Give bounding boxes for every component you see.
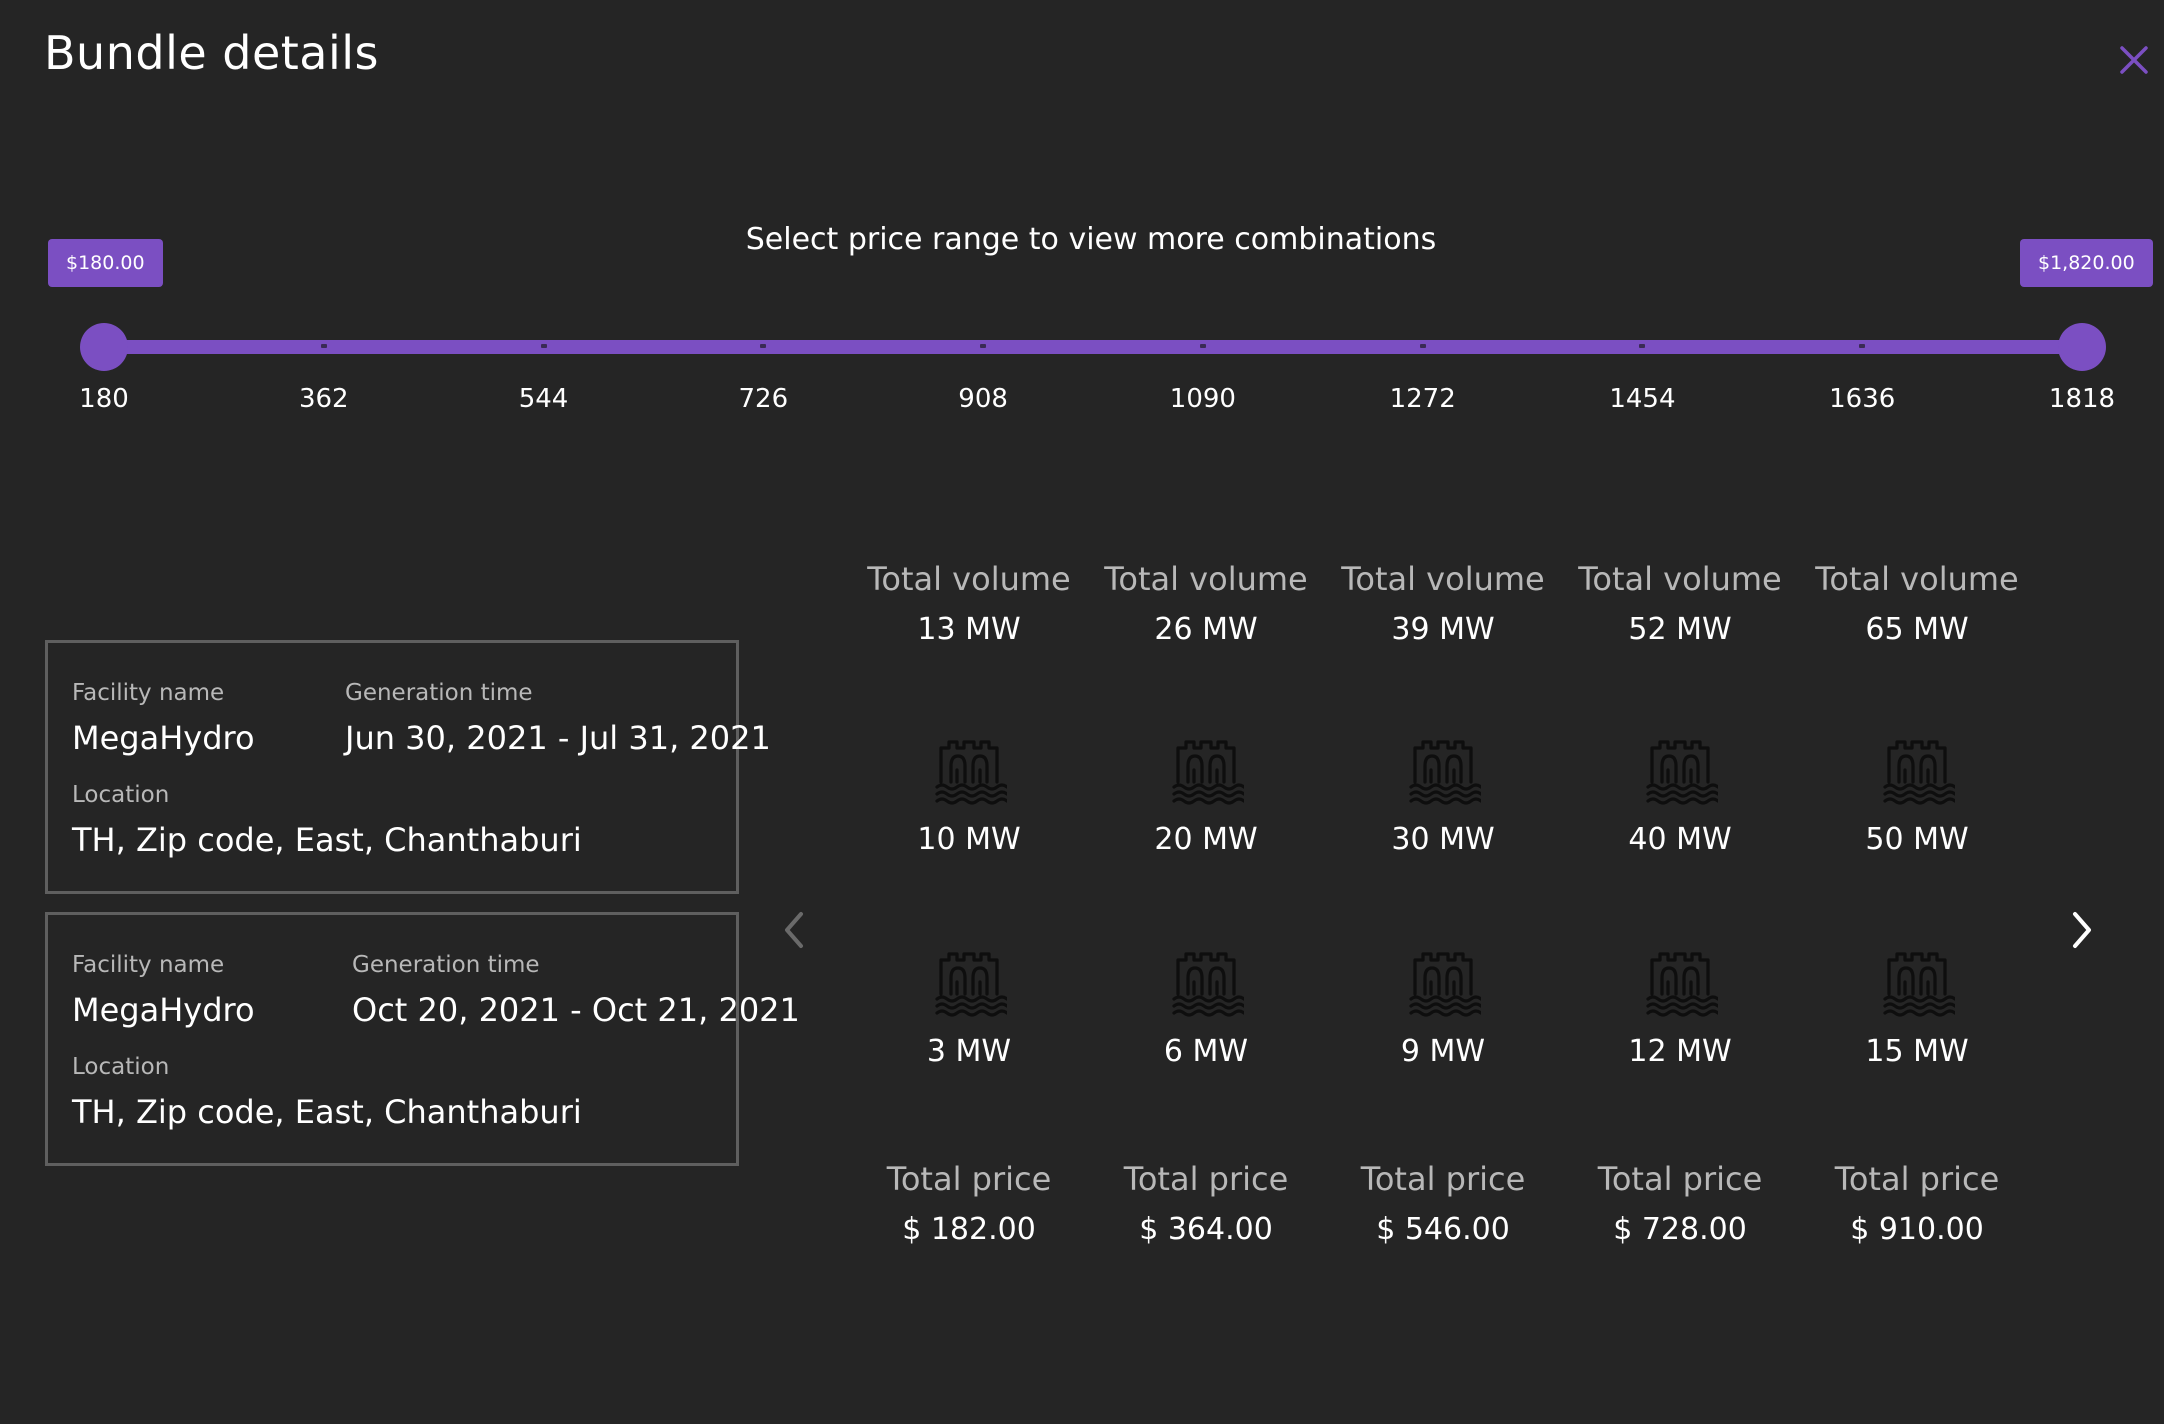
facility-volume: 40 MW [1628,822,1732,857]
slider-tick-mark [320,344,327,348]
hydro-dam-icon [931,732,1009,808]
slider-tick-label: 908 [958,384,1008,414]
hydro-dam-icon [1879,944,1957,1020]
total-price-label: Total price [886,1160,1052,1198]
total-price: $ 182.00 [902,1212,1036,1247]
location: TH, Zip code, East, Chanthaburi [72,821,582,859]
slider-tick-label: 1090 [1169,384,1236,414]
total-volume: 52 MW [1628,612,1732,647]
slider-tick-label: 1636 [1829,384,1896,414]
total-price-label: Total price [1123,1160,1289,1198]
slider-tick-label: 362 [298,384,349,414]
slider-tick-label: 180 [79,384,129,414]
facility-name: MegaHydro [72,719,255,757]
location-label: Location [72,1054,170,1080]
close-button[interactable] [2114,40,2154,80]
hydro-dam-icon [1405,944,1483,1020]
slider-tick-mark [540,344,547,348]
slider-tick-label: 1272 [1389,384,1456,414]
slider-tick-mark [760,344,767,348]
hydro-dam-icon [1405,732,1483,808]
dialog-title: Bundle details [44,26,380,80]
hydro-dam-icon [1168,732,1246,808]
location-label: Location [72,782,170,808]
total-price: $ 364.00 [1139,1212,1273,1247]
total-volume-label: Total volume [1104,560,1308,598]
max-price-badge: $1,820.00 [2020,239,2153,287]
facility-volume: 30 MW [1391,822,1495,857]
total-volume: 13 MW [917,612,1021,647]
slider-tick-label: 1454 [1609,384,1676,414]
slider-track[interactable] [104,340,2082,354]
combination-column[interactable]: Total volume 26 MW 20 MW 6 MW Total price $ 3… [1096,560,1316,1260]
total-price: $ 546.00 [1376,1212,1510,1247]
hydro-dam-icon [1879,732,1957,808]
facility-card: Facility name Generation time MegaHydro … [45,640,771,894]
facility-volume: 10 MW [917,822,1021,857]
generation-time-label: Generation time [352,952,540,978]
combination-column[interactable]: Total volume 65 MW 50 MW 15 MW Total price $ … [1807,560,2027,1260]
facility-volume: 15 MW [1865,1034,1969,1069]
hydro-dam-icon [1642,732,1720,808]
close-icon [2120,46,2148,74]
hydro-dam-icon [931,944,1009,1020]
facility-volume: 12 MW [1628,1034,1732,1069]
total-price: $ 910.00 [1850,1212,1984,1247]
total-volume-label: Total volume [1578,560,1782,598]
total-price-label: Total price [1834,1160,2000,1198]
min-price-badge: $180.00 [48,239,163,287]
total-volume-label: Total volume [867,560,1071,598]
slider-tick-label: 726 [738,384,789,414]
combination-column[interactable]: Total volume 39 MW 30 MW 9 MW Total price $ 5… [1333,560,1553,1260]
location: TH, Zip code, East, Chanthaburi [72,1093,582,1131]
slider-thumb-min[interactable] [80,323,128,371]
total-volume-label: Total volume [1815,560,2019,598]
total-price-label: Total price [1360,1160,1526,1198]
total-volume: 39 MW [1391,612,1495,647]
facility-volume: 9 MW [1400,1034,1486,1069]
total-price-label: Total price [1597,1160,1763,1198]
facility-volume: 6 MW [1163,1034,1249,1069]
hydro-dam-icon [1168,944,1246,1020]
next-button[interactable] [2056,900,2106,960]
hydro-dam-icon [1642,944,1720,1020]
facility-volume: 20 MW [1154,822,1258,857]
combination-column[interactable]: Total volume 13 MW 10 MW 3 MW Total price $ 1… [859,560,1079,1260]
combination-column[interactable]: Total volume 52 MW 40 MW 12 MW Total price $ … [1570,560,1790,1260]
slider-tick-label: 1818 [2048,384,2116,414]
facility-name-label: Facility name [72,952,225,978]
facility-name: MegaHydro [72,991,255,1029]
slider-tick-mark [1859,344,1866,348]
previous-button[interactable] [770,900,820,960]
facility-volume: 50 MW [1865,822,1969,857]
slider-tick-mark [1419,344,1426,348]
facility-volume: 3 MW [926,1034,1012,1069]
slider-tick-mark [1199,344,1206,348]
slider-tick-label: 544 [518,384,569,414]
generation-time: Jun 30, 2021 - Jul 31, 2021 [345,719,771,757]
total-volume: 65 MW [1865,612,1969,647]
generation-time-label: Generation time [345,680,533,706]
total-price: $ 728.00 [1613,1212,1747,1247]
chevron-left-icon [785,912,803,948]
total-volume-label: Total volume [1341,560,1545,598]
price-range-prompt: Select price range to view more combinat… [745,222,1437,257]
facility-name-label: Facility name [72,680,225,706]
chevron-right-icon [2073,912,2091,948]
bundle-details-dialog: Bundle details Select price range to vie… [0,0,2164,1424]
total-volume: 26 MW [1154,612,1258,647]
slider-tick-mark [1639,344,1646,348]
facility-card: Facility name Generation time MegaHydro … [45,912,800,1166]
slider-thumb-max[interactable] [2058,323,2106,371]
slider-tick-mark [980,344,987,348]
generation-time: Oct 20, 2021 - Oct 21, 2021 [352,991,800,1029]
